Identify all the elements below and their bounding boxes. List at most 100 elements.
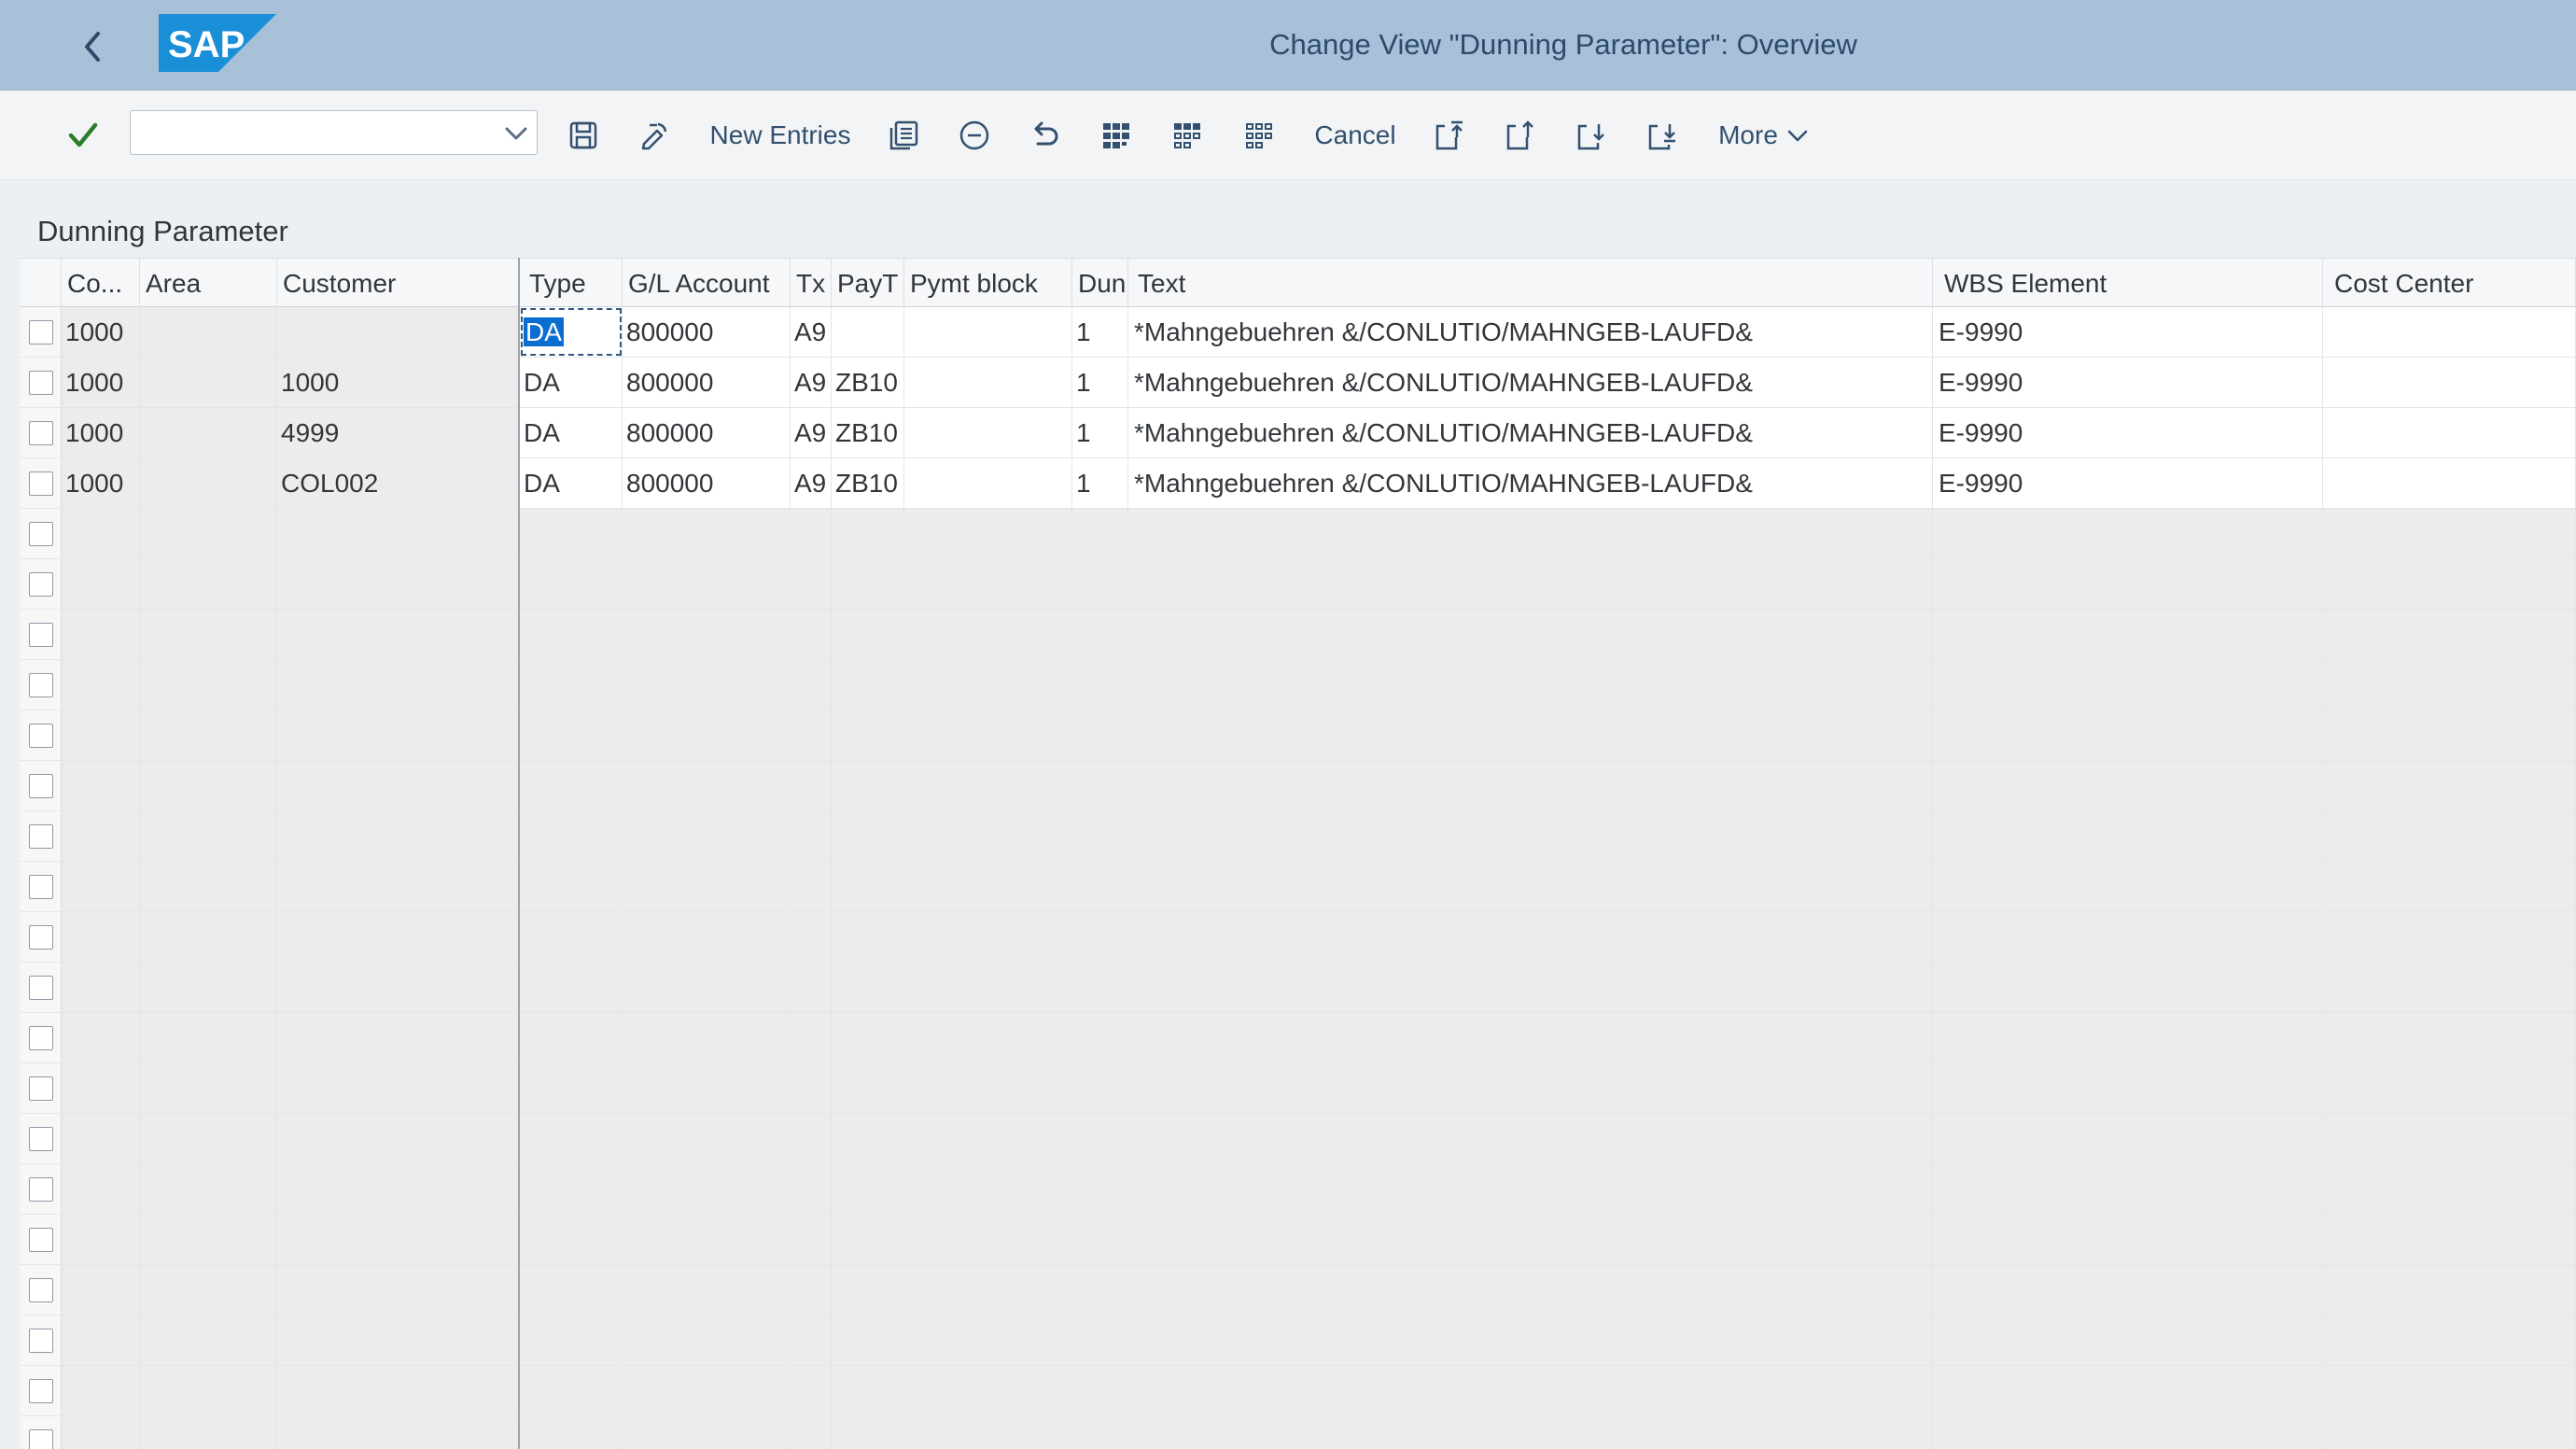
cell-company-code[interactable] (62, 1416, 140, 1449)
cell-customer[interactable] (277, 1114, 520, 1163)
cell-wbs-element[interactable] (1933, 1315, 2323, 1365)
row-selector[interactable] (21, 963, 62, 1012)
cell-area[interactable] (140, 811, 277, 861)
cell-area[interactable] (140, 559, 277, 609)
cell-payment-terms[interactable] (832, 761, 904, 810)
cell-dunning[interactable]: 1 (1072, 358, 1128, 407)
cell-tax[interactable] (791, 1366, 832, 1415)
cell-dunning[interactable]: 1 (1072, 408, 1128, 457)
cell-company-code[interactable] (62, 1215, 140, 1264)
cell-cost-center[interactable] (2323, 1265, 2576, 1315)
row-checkbox[interactable] (28, 571, 53, 597)
cell-payment-terms[interactable] (832, 1164, 904, 1214)
cell-cost-center[interactable] (2323, 458, 2576, 508)
cell-company-code[interactable] (62, 1366, 140, 1415)
row-checkbox[interactable] (28, 471, 53, 496)
cell-customer[interactable] (277, 811, 520, 861)
cell-tax[interactable]: A9 (791, 307, 832, 357)
cell-payment-terms[interactable] (832, 610, 904, 659)
row-checkbox[interactable] (28, 1227, 53, 1252)
empty-table-row[interactable] (21, 1063, 2576, 1114)
cell-text[interactable] (1128, 660, 1933, 710)
cell-payment-terms[interactable] (832, 660, 904, 710)
cell-area[interactable] (140, 408, 277, 457)
cell-text[interactable] (1128, 1013, 1933, 1062)
cell-cost-center[interactable] (2323, 761, 2576, 810)
cell-text[interactable] (1128, 811, 1933, 861)
cell-type[interactable] (520, 963, 623, 1012)
cell-text[interactable] (1128, 1416, 1933, 1449)
cell-payment-block[interactable] (904, 1063, 1072, 1113)
cell-customer[interactable] (277, 1063, 520, 1113)
cell-wbs-element[interactable] (1933, 559, 2323, 609)
cell-text[interactable]: *Mahngebuehren &/CONLUTIO/MAHNGEB-LAUFD& (1128, 408, 1933, 457)
cell-type[interactable] (520, 710, 623, 760)
cell-customer[interactable]: 1000 (277, 358, 520, 407)
cell-payment-terms[interactable] (832, 1265, 904, 1315)
cell-gl-account[interactable]: 800000 (623, 458, 791, 508)
row-selector[interactable] (21, 710, 62, 760)
cell-dunning[interactable] (1072, 963, 1128, 1012)
cell-customer[interactable] (277, 660, 520, 710)
row-checkbox[interactable] (28, 1126, 53, 1151)
cell-text[interactable] (1128, 1114, 1933, 1163)
cell-text[interactable] (1128, 1215, 1933, 1264)
cell-dunning[interactable]: 1 (1072, 458, 1128, 508)
cell-wbs-element[interactable]: E-9990 (1933, 458, 2323, 508)
row-selector[interactable] (21, 509, 62, 558)
cell-wbs-element[interactable] (1933, 1416, 2323, 1449)
cell-cost-center[interactable] (2323, 1315, 2576, 1365)
cell-gl-account[interactable] (623, 811, 791, 861)
cell-payment-terms[interactable] (832, 811, 904, 861)
cell-payment-block[interactable] (904, 710, 1072, 760)
empty-table-row[interactable] (21, 963, 2576, 1013)
cell-payment-terms[interactable] (832, 912, 904, 962)
cell-customer[interactable] (277, 761, 520, 810)
row-selector[interactable] (21, 408, 62, 457)
table-row[interactable]: 1000 COL002 DA 800000 A9 ZB10 1 *Mahngebuehren … (21, 458, 2576, 509)
row-checkbox[interactable] (28, 319, 53, 345)
cell-gl-account[interactable] (623, 1215, 791, 1264)
column-header-payment-block[interactable]: Pymt block (904, 259, 1072, 308)
cell-payment-terms[interactable]: ZB10 (832, 358, 904, 407)
cell-company-code[interactable] (62, 610, 140, 659)
cell-type[interactable] (520, 1315, 623, 1365)
cell-payment-terms[interactable] (832, 1114, 904, 1163)
cell-wbs-element[interactable]: E-9990 (1933, 307, 2323, 357)
cell-wbs-element[interactable]: E-9990 (1933, 408, 2323, 457)
cell-company-code[interactable]: 1000 (62, 458, 140, 508)
cell-company-code[interactable] (62, 761, 140, 810)
cell-cost-center[interactable] (2323, 610, 2576, 659)
cell-area[interactable] (140, 1114, 277, 1163)
cell-cost-center[interactable] (2323, 963, 2576, 1012)
row-checkbox[interactable] (28, 521, 53, 546)
cell-dunning[interactable] (1072, 1114, 1128, 1163)
cell-area[interactable] (140, 761, 277, 810)
cell-tax[interactable] (791, 811, 832, 861)
cell-tax[interactable]: A9 (791, 358, 832, 407)
cell-payment-terms[interactable] (832, 307, 904, 357)
cell-area[interactable] (140, 358, 277, 407)
cell-payment-terms[interactable] (832, 1416, 904, 1449)
row-checkbox[interactable] (28, 420, 53, 445)
cell-text[interactable]: *Mahngebuehren &/CONLUTIO/MAHNGEB-LAUFD& (1128, 358, 1933, 407)
cell-wbs-element[interactable] (1933, 660, 2323, 710)
cell-dunning[interactable] (1072, 761, 1128, 810)
row-checkbox[interactable] (28, 1378, 53, 1403)
cell-customer[interactable] (277, 1215, 520, 1264)
cell-payment-terms[interactable] (832, 559, 904, 609)
column-header-area[interactable]: Area (140, 259, 277, 308)
row-checkbox[interactable] (28, 622, 53, 647)
cell-wbs-element[interactable] (1933, 509, 2323, 558)
deselect-all-button[interactable] (1241, 113, 1277, 158)
cell-area[interactable] (140, 710, 277, 760)
cell-gl-account[interactable] (623, 1315, 791, 1365)
cell-company-code[interactable] (62, 559, 140, 609)
cell-payment-terms[interactable] (832, 1013, 904, 1062)
cell-wbs-element[interactable] (1933, 1366, 2323, 1415)
column-header-company-code[interactable]: Co... (62, 259, 140, 308)
cell-cost-center[interactable] (2323, 660, 2576, 710)
column-header-type[interactable]: Type (520, 259, 623, 308)
cell-wbs-element[interactable] (1933, 1013, 2323, 1062)
cell-type[interactable]: DA (520, 358, 623, 407)
